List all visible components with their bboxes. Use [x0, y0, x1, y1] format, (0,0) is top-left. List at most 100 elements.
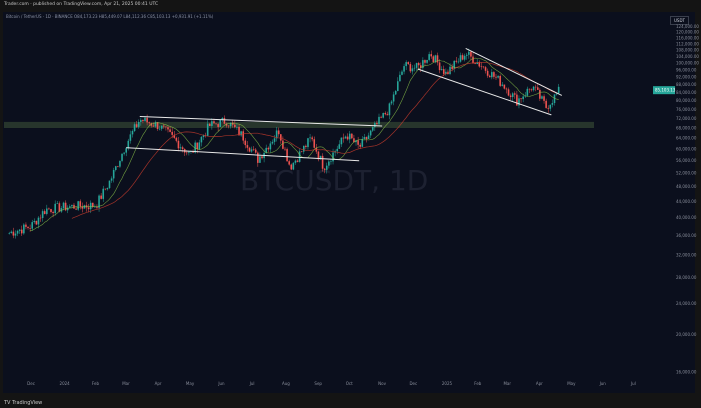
candle-body — [248, 147, 251, 152]
candle-body — [455, 60, 458, 62]
y-tick-label: 112,000.00 — [676, 41, 699, 46]
candles-group — [8, 48, 560, 239]
candle-body — [75, 208, 77, 210]
candle-body — [223, 117, 226, 124]
candle-body — [112, 170, 115, 179]
candle-body — [432, 56, 435, 63]
candle-body — [503, 84, 506, 89]
candle-body — [280, 134, 282, 141]
candle-body — [363, 137, 366, 139]
candle-body — [69, 206, 71, 208]
candle-body — [386, 114, 389, 116]
x-tick-label: Oct — [346, 381, 353, 386]
candle-body — [514, 93, 516, 95]
y-tick-label: 108,000.00 — [676, 47, 699, 52]
candle-body — [294, 160, 297, 163]
candle-body — [56, 203, 59, 204]
x-tick-label: Jun — [217, 381, 225, 386]
candle-body — [428, 54, 430, 60]
candle-body — [146, 117, 148, 123]
candle-body — [346, 136, 349, 140]
candle-body — [213, 121, 215, 124]
x-tick-label: Aug — [282, 381, 290, 386]
candle-body — [532, 86, 535, 91]
candle-body — [459, 55, 462, 62]
candle-body — [403, 66, 405, 72]
candle-body — [325, 165, 328, 170]
candle-body — [121, 153, 123, 161]
candle-body — [511, 93, 514, 97]
candle-body — [20, 229, 23, 234]
candle-body — [338, 144, 341, 149]
candle-body — [365, 137, 368, 140]
candle-body — [499, 75, 501, 86]
candle-body — [64, 202, 67, 211]
candle-body — [18, 229, 21, 231]
trendline-wedge-bottom — [417, 68, 552, 116]
candle-body — [10, 231, 13, 234]
y-tick-label: 60,000.00 — [676, 147, 697, 152]
candle-body — [434, 55, 437, 63]
y-tick-label: 96,000.00 — [676, 67, 697, 72]
y-tick-label: 92,000.00 — [676, 75, 697, 80]
price-tag-label: 85,103.13 — [655, 88, 676, 93]
candle-body — [390, 101, 393, 104]
candle-body — [541, 96, 543, 99]
candle-body — [29, 228, 31, 229]
y-tick-label: 32,000.00 — [676, 253, 697, 258]
candle-body — [309, 137, 311, 139]
candle-body — [142, 119, 144, 122]
candle-body — [267, 147, 270, 150]
candle-body — [359, 144, 362, 147]
y-tick-label: 20,000.00 — [676, 332, 697, 337]
candle-body — [336, 148, 339, 152]
candle-body — [152, 125, 155, 127]
y-tick-label: 104,000.00 — [676, 54, 699, 59]
candle-body — [217, 124, 219, 127]
candle-body — [160, 125, 163, 129]
y-tick-label: 56,000.00 — [676, 158, 697, 163]
candle-body — [474, 63, 476, 65]
candle-body — [321, 155, 324, 169]
candle-body — [305, 145, 307, 148]
candle-body — [167, 127, 169, 130]
candle-body — [292, 162, 295, 170]
candle-body — [369, 130, 372, 136]
candle-body — [451, 66, 453, 69]
chart-window: Trader.com · published on TradingView.co… — [0, 0, 701, 408]
candle-body — [413, 67, 416, 69]
candle-body — [206, 123, 209, 136]
candle-body — [505, 88, 508, 90]
candle-body — [298, 151, 301, 162]
candle-body — [198, 142, 201, 150]
candle-body — [8, 233, 11, 234]
candle-body — [348, 133, 351, 140]
y-tick-label: 16,000.00 — [676, 370, 697, 375]
candle-body — [169, 129, 171, 132]
candle-body — [407, 62, 410, 65]
candle-body — [131, 131, 134, 135]
candle-body — [200, 137, 203, 143]
x-tick-label: Feb — [92, 381, 100, 386]
candle-body — [156, 122, 159, 129]
candle-body — [367, 135, 370, 140]
candle-body — [77, 201, 79, 210]
candle-body — [171, 131, 173, 135]
candle-body — [313, 139, 316, 148]
candle-body — [411, 68, 414, 72]
x-tick-label: Mar — [503, 381, 511, 386]
candle-body — [405, 62, 407, 67]
y-tick-label: 100,000.00 — [676, 60, 699, 65]
candle-body — [261, 156, 263, 159]
y-tick-label: 84,000.00 — [676, 90, 697, 95]
candle-body — [394, 90, 397, 95]
candle-body — [234, 124, 236, 128]
candle-body — [539, 89, 541, 99]
candle-body — [163, 125, 165, 127]
tradingview-logo[interactable]: TV TradingView — [4, 400, 42, 406]
candle-body — [117, 166, 119, 167]
y-axis: 124,000.00120,000.00116,000.00112,000.00… — [676, 24, 699, 374]
candle-body — [96, 206, 98, 208]
candle-body — [254, 149, 257, 153]
candle-body — [227, 125, 230, 127]
